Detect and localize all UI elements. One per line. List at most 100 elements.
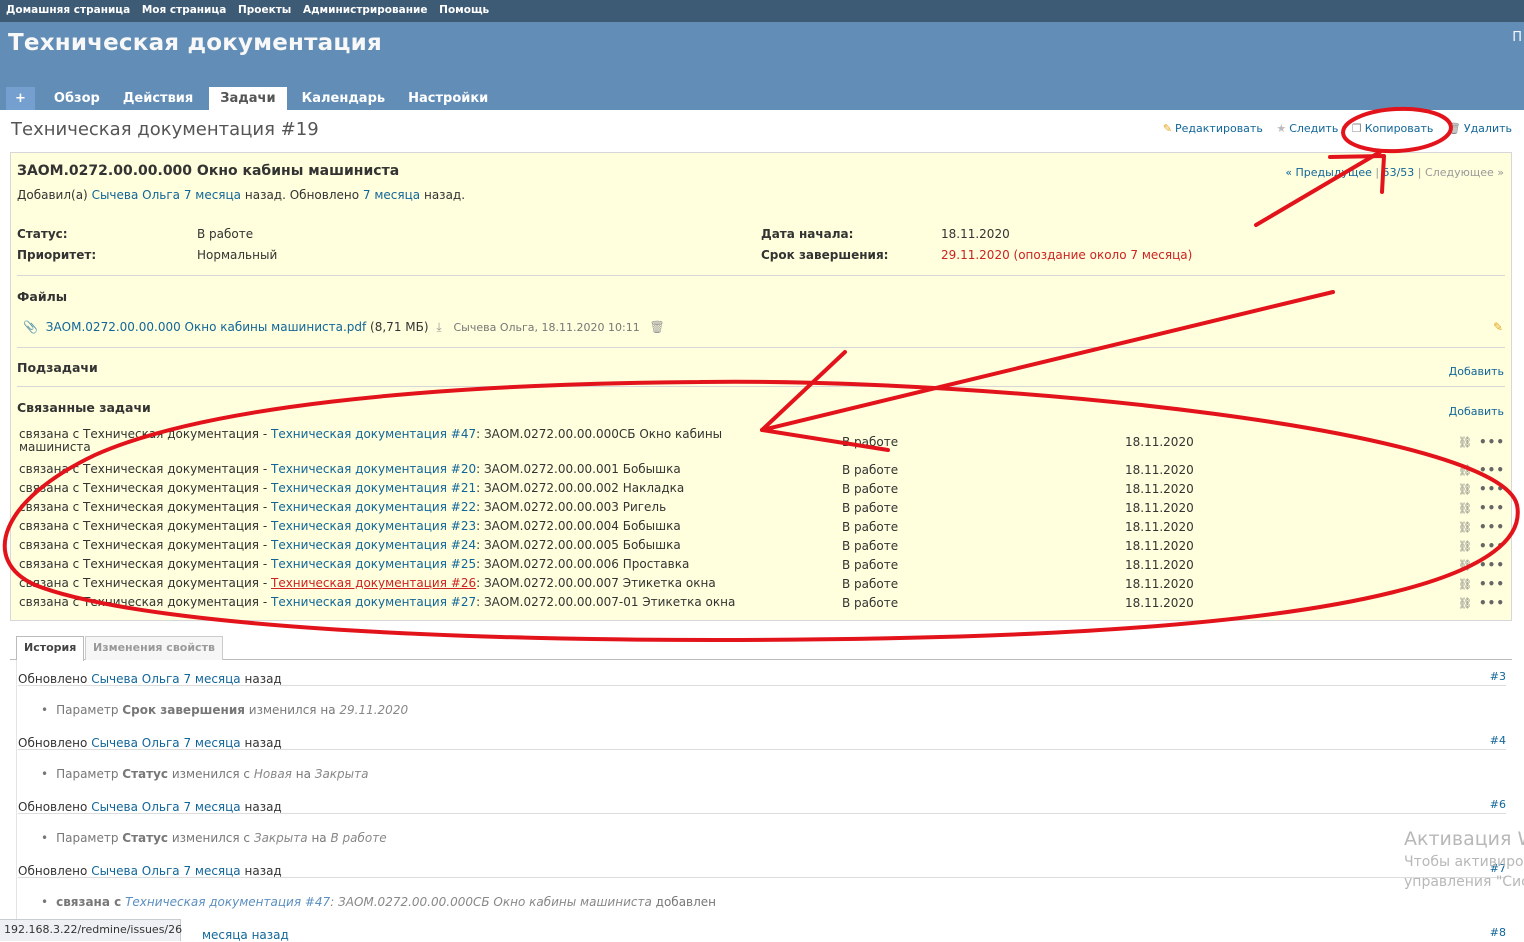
tab-settings[interactable]: Настройки xyxy=(397,87,499,110)
tab-overview[interactable]: Обзор xyxy=(43,87,111,110)
related-issue-status: В работе xyxy=(842,482,899,496)
history: Обновлено Сычева Ольга 7 месяца назад #3… xyxy=(16,660,1506,942)
top-menu-home[interactable]: Домашняя страница xyxy=(6,4,130,16)
related-issue-subject: : ЗАОМ.0272.00.00.007-01 Этикетка окна xyxy=(476,595,736,609)
priority-value: Нормальный xyxy=(197,248,278,262)
tab-issues[interactable]: Задачи xyxy=(209,87,287,110)
journal-user-link[interactable]: Сычева Ольга xyxy=(91,864,179,878)
unlink-icon[interactable]: ⛓ xyxy=(1458,578,1473,591)
relation-text: связана с Техническая документация - xyxy=(19,519,271,533)
row-actions: ⛓ ••• xyxy=(1458,558,1505,572)
updated-ago-link[interactable]: 7 месяца xyxy=(363,188,420,202)
related-issue-status: В работе xyxy=(842,596,899,610)
related-issue-row: связана с Техническая документация - Тех… xyxy=(19,482,1505,501)
related-issue-link[interactable]: Техническая документация #27 xyxy=(271,595,476,609)
tab-property-changes[interactable]: Изменения свойств xyxy=(85,636,223,660)
journal-ago-link[interactable]: 7 месяца xyxy=(183,864,240,878)
journal-ago-link[interactable]: 7 месяца xyxy=(183,800,240,814)
journal-header: Обновлено Сычева Ольга 7 месяца назад #4 xyxy=(18,730,1506,750)
related-issue-link[interactable]: Техническая документация #23 xyxy=(271,519,476,533)
edit-attachments-pencil-icon[interactable]: ✎ xyxy=(1493,320,1503,334)
attachment-meta: Сычева Ольга, 18.11.2020 10:11 xyxy=(453,321,640,334)
top-menu-help[interactable]: Помощь xyxy=(439,4,489,16)
journal-detail: • Параметр Статус изменился с Закрыта на … xyxy=(41,831,387,845)
tab-history[interactable]: История xyxy=(16,636,85,661)
watermark-line: Чтобы активиров xyxy=(1404,854,1524,870)
more-actions-icon[interactable]: ••• xyxy=(1479,558,1505,572)
related-issue-link[interactable]: Техническая документация #22 xyxy=(271,500,476,514)
attachment-link[interactable]: ЗАОМ.0272.00.00.000 Окно кабины машинист… xyxy=(46,320,366,334)
related-issue-row: связана с Техническая документация - Тех… xyxy=(19,558,1505,577)
unlink-icon[interactable]: ⛓ xyxy=(1458,540,1473,553)
journal-user-link[interactable]: Сычева Ольга xyxy=(91,800,179,814)
journal-user-link[interactable]: Сычева Ольга xyxy=(91,736,179,750)
unlink-icon[interactable]: ⛓ xyxy=(1458,483,1473,496)
journal-prefix: Обновлено xyxy=(18,864,88,878)
top-menu-projects[interactable]: Проекты xyxy=(238,4,291,16)
watch-button[interactable]: ★ Следить xyxy=(1276,122,1338,135)
copy-button[interactable]: ❐ Копировать xyxy=(1352,122,1434,135)
journal-number-link[interactable]: #3 xyxy=(1490,670,1506,683)
copy-icon: ❐ xyxy=(1351,122,1362,135)
unlink-icon[interactable]: ⛓ xyxy=(1458,436,1473,449)
unlink-icon[interactable]: ⛓ xyxy=(1458,559,1473,572)
delete-button[interactable]: 🗑 Удалить xyxy=(1447,122,1512,135)
detail-related-subject: : ЗАОМ.0272.00.00.000СБ Окно кабины маши… xyxy=(330,895,652,909)
detail-text: Параметр xyxy=(56,703,119,717)
detail-related-link[interactable]: Техническая документация #47 xyxy=(125,895,330,909)
tab-calendar[interactable]: Календарь xyxy=(291,87,397,110)
related-issue-link[interactable]: Техническая документация #25 xyxy=(271,557,476,571)
related-issue-link[interactable]: Техническая документация #24 xyxy=(271,538,476,552)
related-issue-subject: : ЗАОМ.0272.00.00.003 Ригель xyxy=(476,500,667,514)
trash-icon[interactable]: 🗑 xyxy=(650,320,665,334)
journal-number-link[interactable]: #6 xyxy=(1490,798,1506,811)
author-link[interactable]: Сычева Ольга xyxy=(92,188,180,202)
more-actions-icon[interactable]: ••• xyxy=(1479,435,1505,449)
journal-number-link[interactable]: #4 xyxy=(1490,734,1506,747)
add-subtask-link[interactable]: Добавить xyxy=(1449,365,1504,378)
top-menu-my-page[interactable]: Моя страница xyxy=(142,4,226,16)
related-issue-date: 18.11.2020 xyxy=(1125,501,1194,515)
download-icon[interactable]: ⤓ xyxy=(436,320,441,334)
watermark-line: управления "Сис xyxy=(1404,874,1524,890)
related-issue-subject: : ЗАОМ.0272.00.00.004 Бобышка xyxy=(476,519,681,533)
relation-text: связана с Техническая документация - xyxy=(19,538,271,552)
journal-ago-link[interactable]: месяца назад xyxy=(202,928,289,942)
journal-header: Обновлено Сычева Ольга 7 месяца назад #6 xyxy=(18,794,1506,814)
relation-cell: связана с Техническая документация - Тех… xyxy=(19,596,779,609)
edit-button[interactable]: ✎ Редактировать xyxy=(1163,122,1263,135)
journal-user-link[interactable]: Сычева Ольга xyxy=(91,672,179,686)
related-issue-link[interactable]: Техническая документация #20 xyxy=(271,462,476,476)
related-issue-link[interactable]: Техническая документация #26 xyxy=(271,576,476,590)
more-actions-icon[interactable]: ••• xyxy=(1479,482,1505,496)
add-relation-link[interactable]: Добавить xyxy=(1449,405,1504,418)
contextual-actions: ✎ Редактировать ★ Следить ❐ Копировать 🗑 Уда… xyxy=(1153,122,1512,135)
top-menu-admin[interactable]: Администрирование xyxy=(303,4,428,16)
unlink-icon[interactable]: ⛓ xyxy=(1458,502,1473,515)
relation-cell: связана с Техническая документация - Тех… xyxy=(19,539,779,552)
relation-text: связана с Техническая документация - xyxy=(19,500,271,514)
related-issue-link[interactable]: Техническая документация #21 xyxy=(271,481,476,495)
issue-position-link[interactable]: 53/53 xyxy=(1383,166,1415,179)
header-edge-text[interactable]: П xyxy=(1512,30,1522,45)
more-actions-icon[interactable]: ••• xyxy=(1479,577,1505,591)
more-actions-icon[interactable]: ••• xyxy=(1479,520,1505,534)
unlink-icon[interactable]: ⛓ xyxy=(1458,597,1473,610)
nav-separator: | xyxy=(1375,166,1380,179)
tab-activity[interactable]: Действия xyxy=(112,87,204,110)
tab-new-plus[interactable]: + xyxy=(6,87,35,110)
more-actions-icon[interactable]: ••• xyxy=(1479,596,1505,610)
more-actions-icon[interactable]: ••• xyxy=(1479,539,1505,553)
created-ago-link[interactable]: 7 месяца xyxy=(184,188,241,202)
unlink-icon[interactable]: ⛓ xyxy=(1458,521,1473,534)
journal-suffix: назад xyxy=(244,672,282,686)
project-title: Техническая документация xyxy=(8,30,382,56)
unlink-icon[interactable]: ⛓ xyxy=(1458,464,1473,477)
more-actions-icon[interactable]: ••• xyxy=(1479,463,1505,477)
more-actions-icon[interactable]: ••• xyxy=(1479,501,1505,515)
journal-ago-link[interactable]: 7 месяца xyxy=(183,672,240,686)
prev-issue-link[interactable]: « Предыдущее xyxy=(1285,166,1372,179)
related-issue-link[interactable]: Техническая документация #47 xyxy=(271,427,476,441)
journal-ago-link[interactable]: 7 месяца xyxy=(183,736,240,750)
journal-number-link[interactable]: #8 xyxy=(1490,926,1506,939)
